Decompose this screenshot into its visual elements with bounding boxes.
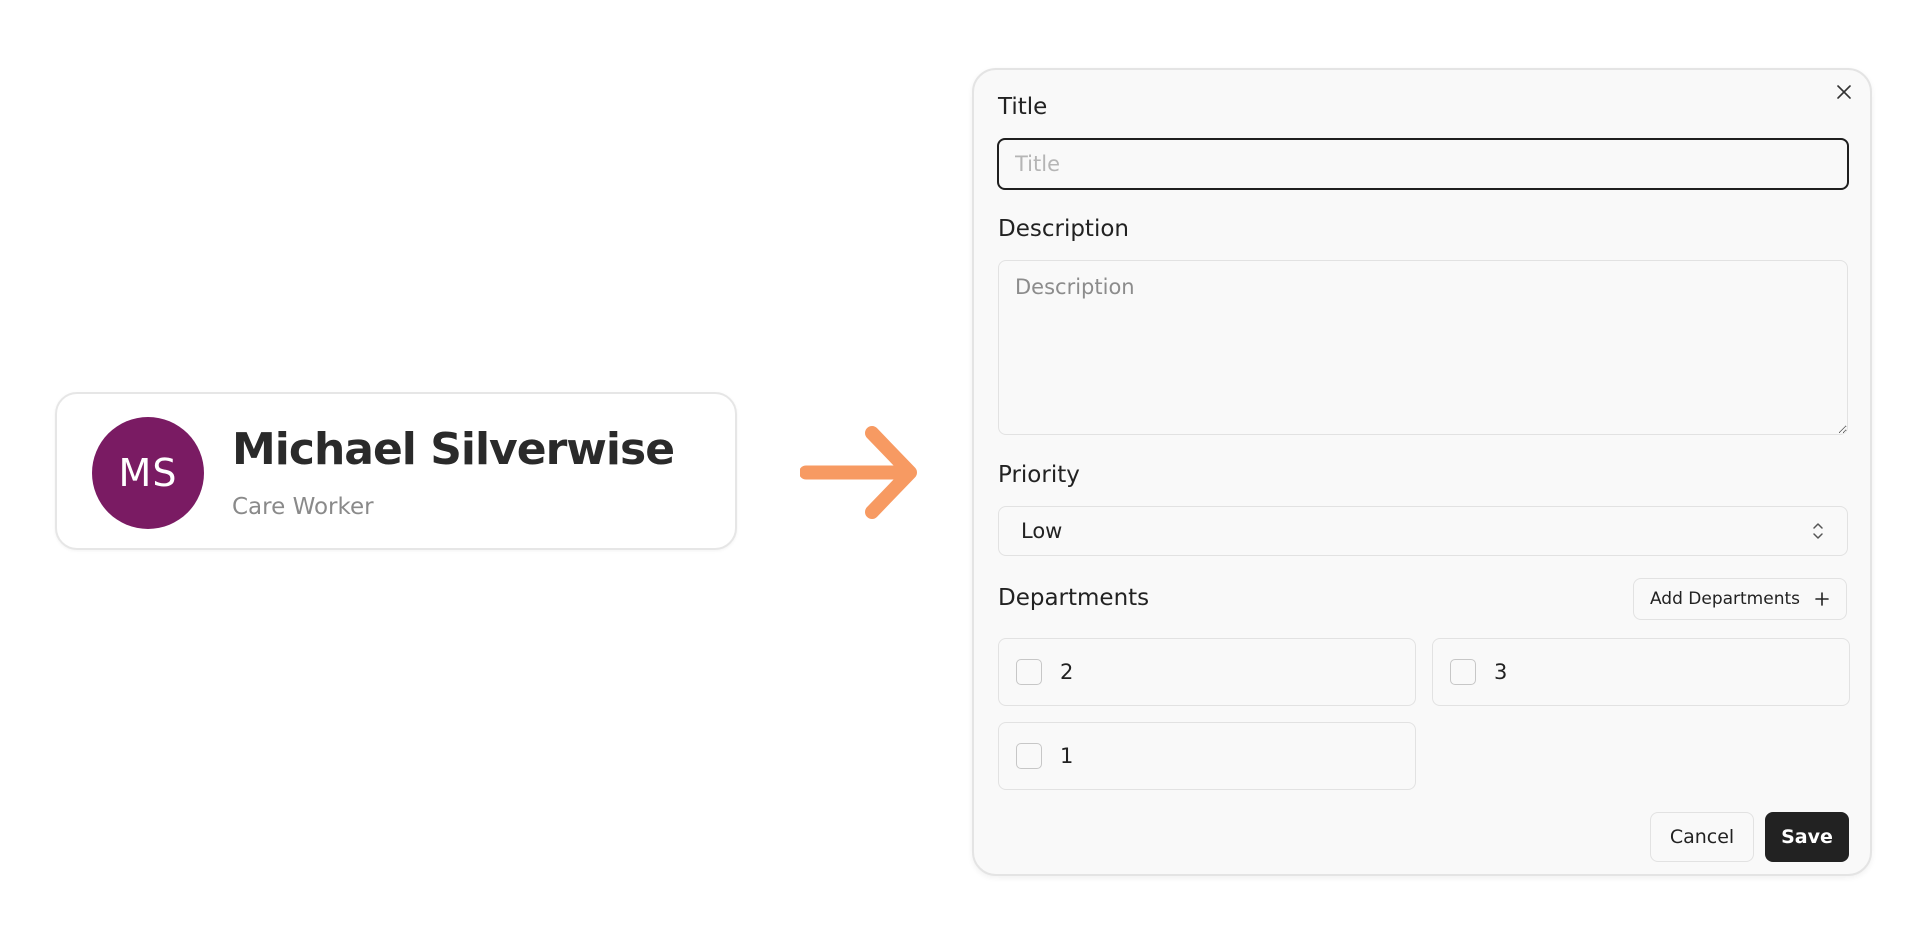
profile-role: Care Worker [232, 494, 374, 520]
priority-value: Low [1021, 519, 1063, 543]
department-option-1[interactable]: 1 [998, 722, 1416, 790]
save-button[interactable]: Save [1765, 812, 1849, 862]
department-option-2[interactable]: 2 [998, 638, 1416, 706]
plus-icon [1815, 592, 1829, 606]
priority-label: Priority [998, 462, 1080, 488]
profile-card: MS Michael Silverwise Care Worker [55, 392, 737, 550]
title-input[interactable] [997, 138, 1849, 190]
close-icon [1837, 85, 1851, 99]
priority-select[interactable]: Low [998, 506, 1848, 556]
description-label: Description [998, 216, 1129, 242]
department-option-3[interactable]: 3 [1432, 638, 1850, 706]
department-checkbox[interactable] [1450, 659, 1476, 685]
description-textarea[interactable] [998, 260, 1848, 435]
department-label: 2 [1060, 660, 1074, 684]
department-checkbox[interactable] [1016, 659, 1042, 685]
departments-label: Departments [998, 585, 1150, 611]
create-task-dialog: Title Description Priority Low Departmen… [972, 68, 1872, 876]
avatar: MS [92, 417, 204, 529]
arrow-right-icon [800, 426, 917, 519]
department-checkbox[interactable] [1016, 743, 1042, 769]
profile-name: Michael Silverwise [232, 424, 675, 475]
title-label: Title [998, 94, 1048, 120]
department-label: 3 [1494, 660, 1508, 684]
cancel-button[interactable]: Cancel [1650, 812, 1754, 862]
add-departments-button[interactable]: Add Departments [1632, 578, 1847, 620]
department-label: 1 [1060, 744, 1074, 768]
add-departments-label: Add Departments [1649, 589, 1800, 609]
avatar-initials: MS [118, 451, 178, 495]
close-button[interactable] [1830, 78, 1858, 106]
chevron-up-down-icon [1813, 523, 1823, 539]
